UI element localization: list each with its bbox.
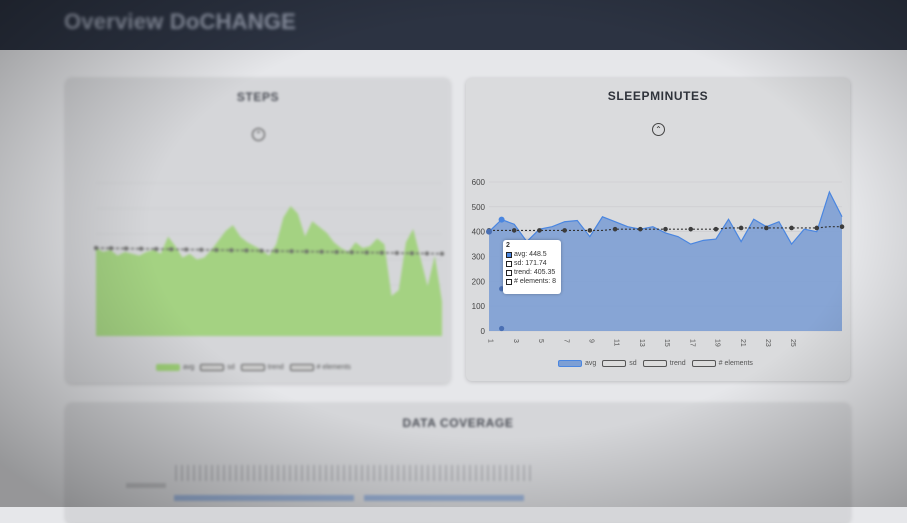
steps-chart: [94, 182, 444, 337]
sleep-hover-point: [498, 216, 505, 223]
steps-trend-point: [304, 249, 309, 254]
page-title: Overview DoCHANGE: [64, 9, 297, 34]
y-tick-label: 600: [472, 178, 486, 187]
coverage-bar: [364, 495, 524, 501]
y-tick-label: 0: [481, 327, 486, 336]
legend-item-elements[interactable]: # elements: [289, 364, 351, 371]
x-tick-label: 11: [613, 339, 620, 346]
sleep-hover-point: [499, 325, 505, 332]
steps-trend-point: [334, 250, 339, 255]
sleep-trend-point: [511, 228, 517, 233]
sleep-trend-point: [814, 225, 820, 231]
sleep-legend: avg sd trend # elements: [558, 360, 759, 367]
steps-trend-point: [274, 249, 279, 254]
y-tick-label: 300: [472, 253, 486, 262]
legend-item-trend[interactable]: trend: [240, 364, 284, 371]
x-tick-label: 7: [562, 339, 569, 343]
legend-item-elements[interactable]: # elements: [691, 360, 753, 367]
sleep-trend-point: [764, 225, 769, 231]
steps-trend-point: [154, 247, 159, 252]
x-tick-label: 17: [688, 339, 695, 347]
legend-item-trend[interactable]: trend: [642, 360, 686, 367]
coverage-label-block: [126, 483, 166, 488]
steps-trend-point: [379, 250, 384, 255]
y-tick-label: 500: [472, 203, 486, 212]
sleep-trend-point: [738, 225, 744, 231]
steps-trend-point: [424, 251, 429, 256]
data-coverage-card: DATA COVERAGE: [66, 403, 850, 523]
sleep-trend-point: [663, 226, 668, 232]
steps-trend-point: [214, 248, 219, 253]
sleepminutes-card: SLEEPMINUTES ⌃ 0 100 200 300 400 500 600 1 3 5 7 9 1…: [466, 78, 850, 381]
steps-trend-point: [229, 248, 234, 253]
sleep-trend-point: [688, 226, 694, 232]
steps-trend-point: [184, 247, 189, 252]
y-tick-label: 400: [472, 228, 486, 237]
steps-trend-point: [440, 251, 444, 256]
sleepminutes-chart: 01002003004005006001 3 5 7 9 11 13 15 17 19 21 23 25: [472, 178, 845, 347]
steps-trend-point: [169, 247, 174, 252]
x-tick-label: 15: [663, 339, 670, 347]
x-tick-label: 9: [587, 339, 594, 343]
legend-item-avg[interactable]: avg: [558, 360, 596, 367]
steps-trend-point: [349, 250, 354, 255]
steps-trend-point: [109, 246, 114, 251]
legend-item-sd[interactable]: sd: [200, 364, 235, 371]
steps-trend-point: [409, 251, 414, 256]
tooltip-header: 2: [506, 242, 510, 249]
sleep-hover-point: [486, 228, 492, 235]
x-tick-label: 3: [512, 339, 519, 343]
steps-trend-point: [139, 246, 144, 251]
sleep-trend-point: [612, 226, 618, 232]
steps-trend-point: [289, 249, 294, 254]
steps-trend-point: [364, 250, 369, 255]
steps-trend-point: [199, 247, 204, 252]
x-tick-label: 19: [714, 339, 721, 347]
steps-trend-point: [244, 248, 249, 253]
steps-trend-point: [124, 246, 129, 251]
steps-trend-point: [319, 249, 324, 254]
x-tick-label: 5: [537, 339, 544, 343]
tooltip-row: sd: 171.74: [506, 259, 558, 268]
steps-trend-point: [94, 246, 98, 251]
chart-tooltip: 2 avg: 448.5 sd: 171.74 trend: 405.35 # …: [503, 240, 561, 294]
sleep-trend-point: [587, 228, 593, 233]
y-tick-label: 200: [472, 277, 486, 286]
tooltip-row: avg: 448.5: [506, 250, 558, 259]
x-tick-label: 13: [638, 339, 645, 347]
steps-trend-point: [394, 251, 399, 256]
x-tick-label: 25: [789, 339, 796, 347]
x-tick-label: 23: [764, 339, 771, 347]
steps-area: [96, 205, 442, 336]
tooltip-row: trend: 405.35: [506, 268, 558, 277]
legend-item-avg[interactable]: avg: [156, 364, 194, 371]
steps-legend: avg sd trend # elements: [156, 364, 357, 371]
steps-card: STEPS ⌃ avg sd trend # elements: [66, 78, 450, 383]
y-tick-label: 100: [472, 302, 486, 311]
tooltip-row: # elements: 8: [506, 277, 558, 286]
top-bar: Overview DoCHANGE: [0, 0, 907, 50]
data-coverage-chart: [126, 465, 531, 501]
sleep-trend-point: [789, 225, 794, 231]
x-tick-label: 1: [487, 339, 494, 343]
sleep-trend-point: [537, 228, 542, 233]
sleep-trend-point: [839, 224, 845, 229]
steps-trend-point: [259, 248, 264, 253]
sleep-trend-point: [562, 228, 567, 233]
coverage-bar: [174, 495, 354, 501]
legend-item-sd[interactable]: sd: [602, 360, 637, 367]
sleep-trend-point: [713, 226, 719, 232]
sleep-trend-point: [637, 226, 643, 232]
x-tick-label: 21: [739, 339, 746, 347]
